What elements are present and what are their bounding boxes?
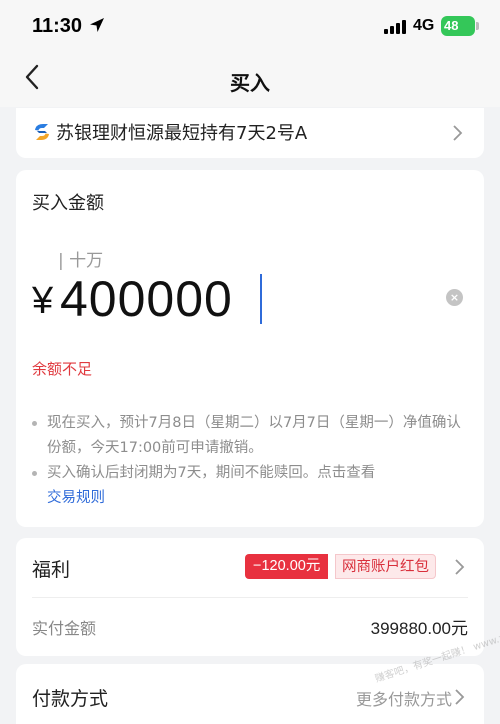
network-type: 4G — [413, 17, 435, 34]
actual-pay-label: 实付金额 — [32, 619, 97, 638]
nav-bar: 买入 — [0, 52, 500, 107]
cellular-signal-icon — [384, 20, 406, 34]
discount-badge[interactable]: −120.00元 — [245, 554, 329, 579]
trade-rules-link[interactable]: 交易规则 — [47, 490, 105, 506]
note-confirmation: 现在买入，预计7月8日（星期二）以7月7日（星期一）净值确认份额，今天17:00… — [32, 411, 472, 461]
note-closed-period: 买入确认后封闭期为7天，期间不能赎回。点击查看 交易规则 — [32, 461, 472, 511]
amount-card: 买入金额 | 十万 ¥ 400000 × 余额不足 现在买入，预计7月8日（星期… — [16, 170, 484, 527]
status-bar: 11:30 4G 48 — [0, 0, 500, 52]
benefit-card: 福利 −120.00元 网商账户红包 实付金额 399880.00元 — [16, 538, 484, 656]
product-row[interactable]: 苏银理财恒源最短持有7天2号A — [16, 108, 484, 158]
chevron-right-icon — [455, 689, 465, 705]
coupon-label[interactable]: 网商账户红包 — [335, 554, 436, 579]
location-arrow-icon — [90, 18, 104, 32]
page-title: 买入 — [230, 71, 270, 95]
battery-level: 48 — [444, 18, 459, 33]
battery-indicator: 48 — [441, 16, 475, 36]
currency-symbol: ¥ — [32, 280, 54, 322]
actual-pay-amount: 399880.00元 — [370, 619, 468, 638]
amount-section-title: 买入金额 — [32, 193, 104, 214]
clear-icon[interactable]: × — [446, 289, 463, 306]
chevron-right-icon — [453, 125, 463, 141]
divider — [32, 597, 468, 598]
chevron-right-icon[interactable] — [454, 558, 466, 576]
payment-method-title: 付款方式 — [32, 688, 109, 710]
amount-unit-hint: | 十万 — [58, 251, 104, 271]
bullet-dot — [32, 471, 37, 476]
more-payment-methods-link[interactable]: 更多付款方式 — [356, 686, 452, 710]
note-closed-period-text: 买入确认后封闭期为7天，期间不能赎回。点击查看 交易规则 — [32, 461, 472, 511]
status-time: 11:30 — [32, 15, 83, 37]
benefit-title: 福利 — [32, 559, 71, 581]
product-logo-icon — [35, 124, 49, 140]
insufficient-balance-error: 余额不足 — [32, 360, 93, 378]
note-confirmation-text: 现在买入，预计7月8日（星期二）以7月7日（星期一）净值确认份额，今天17:00… — [47, 415, 461, 456]
bullet-dot — [32, 421, 37, 426]
note-closed-period-body: 买入确认后封闭期为7天，期间不能赎回。点击查看 — [47, 465, 376, 481]
battery-nub — [476, 22, 479, 30]
amount-input[interactable]: 400000 — [60, 270, 233, 328]
product-name: 苏银理财恒源最短持有7天2号A — [56, 123, 308, 144]
text-cursor — [260, 274, 262, 324]
